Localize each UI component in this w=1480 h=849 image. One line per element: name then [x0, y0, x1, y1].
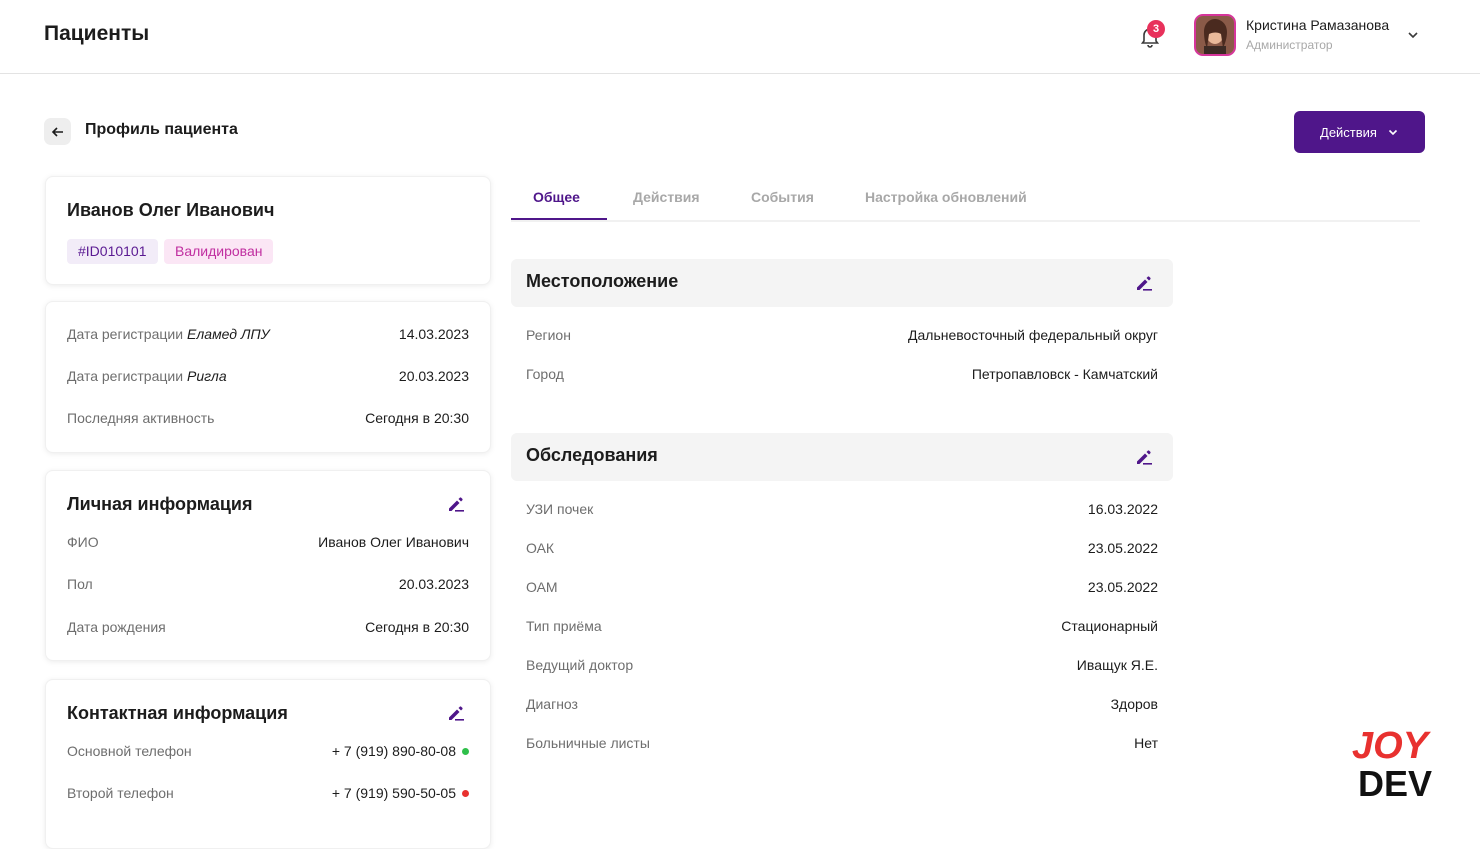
- top-bar: Пациенты 3 Кристина Рамазанова Администр…: [0, 0, 1480, 74]
- registration-card: Дата регистрации Еламед ЛПУ 14.03.2023 Да…: [45, 301, 491, 453]
- logo-bottom-text: DEV: [1358, 763, 1432, 800]
- last-activity-label: Последняя активность: [67, 410, 215, 426]
- personal-row: Пол 20.03.2023: [67, 576, 469, 596]
- patient-name: Иванов Олег Иванович: [67, 200, 275, 220]
- contact-row: Второй телефон + 7 (919) 590-50-05: [67, 785, 469, 805]
- personal-label: ФИО: [67, 534, 99, 550]
- user-name[interactable]: Кристина Рамазанова: [1246, 17, 1389, 33]
- chevron-down-icon: [1388, 129, 1398, 136]
- exams-section-header: Обследования: [511, 433, 1173, 481]
- personal-value: 20.03.2023: [398, 576, 469, 592]
- actions-button-label: Действия: [1320, 124, 1377, 140]
- contact-label: Основной телефон: [67, 743, 192, 759]
- contact-row: Основной телефон + 7 (919) 890-80-08: [67, 743, 469, 763]
- joydev-logo: JOY DEV: [1352, 725, 1432, 800]
- location-label: Регион: [526, 327, 571, 343]
- exams-title: Обследования: [526, 445, 658, 465]
- active-tab-indicator: [511, 218, 607, 220]
- page-title: Профиль пациента: [85, 121, 238, 138]
- registration-label: Дата регистрации Еламед ЛПУ: [67, 326, 270, 342]
- location-row: Город Петропавловск - Камчатский: [526, 366, 1158, 386]
- exam-row: ОАМ 23.05.2022: [526, 579, 1158, 599]
- registration-value: 20.03.2023: [398, 368, 469, 384]
- notification-badge: 3: [1147, 20, 1165, 38]
- exam-value: Стационарный: [1061, 618, 1158, 634]
- edit-icon[interactable]: [1134, 447, 1154, 467]
- personal-info-title: Личная информация: [67, 494, 253, 514]
- tab-events[interactable]: События: [751, 189, 814, 205]
- personal-info-card: Личная информация ФИО Иванов Олег Иванов…: [45, 470, 491, 661]
- exam-value: 16.03.2022: [1087, 501, 1158, 517]
- tab-actions[interactable]: Действия: [633, 189, 700, 205]
- registration-row: Дата регистрации Ригла 20.03.2023: [67, 368, 469, 388]
- location-section-header: Местоположение: [511, 259, 1173, 307]
- exam-label: Ведущий доктор: [526, 657, 634, 673]
- personal-value: Сегодня в 20:30: [365, 619, 469, 635]
- tab-update-settings[interactable]: Настройка обновлений: [865, 189, 1027, 205]
- user-role: Администратор: [1246, 38, 1333, 52]
- exam-row: ОАК 23.05.2022: [526, 540, 1158, 560]
- exam-value: Нет: [1134, 735, 1158, 751]
- personal-label: Пол: [67, 576, 93, 592]
- location-row: Регион Дальневосточный федеральный округ: [526, 327, 1158, 347]
- exam-label: Тип приёма: [526, 618, 602, 634]
- exam-label: ОАК: [526, 540, 555, 556]
- contact-info-card: Контактная информация Основной телефон +…: [45, 679, 491, 849]
- personal-value: Иванов Олег Иванович: [318, 534, 469, 550]
- personal-row: ФИО Иванов Олег Иванович: [67, 534, 469, 554]
- exam-label: Больничные листы: [526, 735, 650, 751]
- patient-card: Иванов Олег Иванович #ID010101 Валидиров…: [45, 176, 491, 285]
- location-value: Дальневосточный федеральный округ: [908, 327, 1158, 343]
- last-activity-row: Последняя активность Сегодня в 20:30: [67, 410, 469, 430]
- contact-value: + 7 (919) 890-80-08: [332, 743, 469, 759]
- registration-row: Дата регистрации Еламед ЛПУ 14.03.2023: [67, 326, 469, 346]
- logo-top-text: JOY: [1352, 725, 1432, 767]
- edit-icon[interactable]: [446, 494, 466, 514]
- actions-button[interactable]: Действия: [1294, 111, 1425, 153]
- contact-value: + 7 (919) 590-50-05: [332, 785, 469, 801]
- exam-label: ОАМ: [526, 579, 558, 595]
- edit-icon[interactable]: [1134, 273, 1154, 293]
- exam-row: Тип приёма Стационарный: [526, 618, 1158, 638]
- status-dot: [462, 748, 469, 755]
- registration-value: 14.03.2023: [398, 326, 469, 342]
- exam-value: 23.05.2022: [1087, 540, 1158, 556]
- registration-label: Дата регистрации Ригла: [67, 368, 227, 384]
- exam-value: 23.05.2022: [1087, 579, 1158, 595]
- arrow-left-icon: [51, 126, 63, 137]
- avatar[interactable]: [1194, 14, 1236, 56]
- personal-row: Дата рождения Сегодня в 20:30: [67, 619, 469, 639]
- location-label: Город: [526, 366, 564, 382]
- exam-row: Диагноз Здоров: [526, 696, 1158, 716]
- status-badge: Валидирован: [164, 239, 274, 264]
- tab-general[interactable]: Общее: [533, 189, 580, 205]
- location-title: Местоположение: [526, 271, 679, 291]
- exam-row: Больничные листы Нет: [526, 735, 1158, 755]
- app-title: Пациенты: [44, 22, 150, 45]
- contact-label: Второй телефон: [67, 785, 174, 801]
- back-button[interactable]: [44, 118, 71, 145]
- personal-label: Дата рождения: [67, 619, 166, 635]
- exam-value: Здоров: [1110, 696, 1158, 712]
- exam-value: Ивaщук Я.Е.: [1076, 657, 1158, 673]
- exam-label: УЗИ почек: [526, 501, 594, 517]
- tab-bar: Общее Действия События Настройка обновле…: [511, 176, 1420, 222]
- chevron-down-icon[interactable]: [1406, 28, 1420, 42]
- location-value: Петропавловск - Камчатский: [971, 366, 1158, 382]
- exam-row: Ведущий доктор Ивaщук Я.Е.: [526, 657, 1158, 677]
- status-dot: [462, 790, 469, 797]
- exam-label: Диагноз: [526, 696, 578, 712]
- last-activity-value: Сегодня в 20:30: [365, 410, 469, 426]
- contact-info-title: Контактная информация: [67, 703, 288, 723]
- exam-row: УЗИ почек 16.03.2022: [526, 501, 1158, 521]
- patient-id-tag: #ID010101: [67, 239, 158, 264]
- edit-icon[interactable]: [446, 703, 466, 723]
